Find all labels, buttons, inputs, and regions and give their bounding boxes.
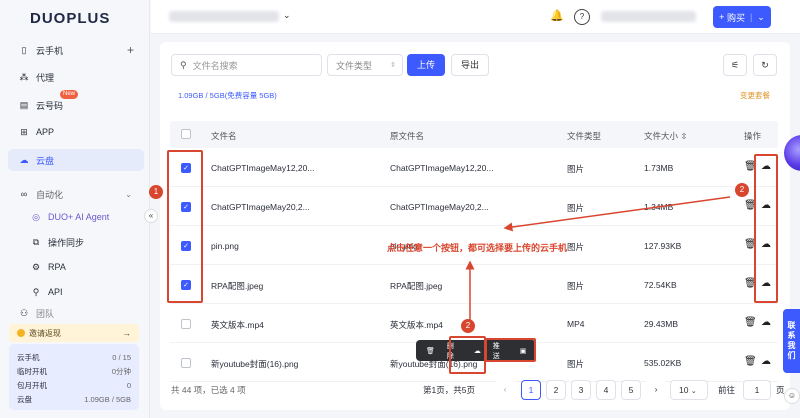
- contact-us-tab[interactable]: 联系我们: [783, 309, 800, 373]
- annotation-arrows: [465, 196, 731, 320]
- chat-icon[interactable]: ☺: [784, 388, 800, 404]
- collapse-sidebar-button[interactable]: «: [144, 209, 158, 223]
- arrow-to-callout: [503, 196, 731, 232]
